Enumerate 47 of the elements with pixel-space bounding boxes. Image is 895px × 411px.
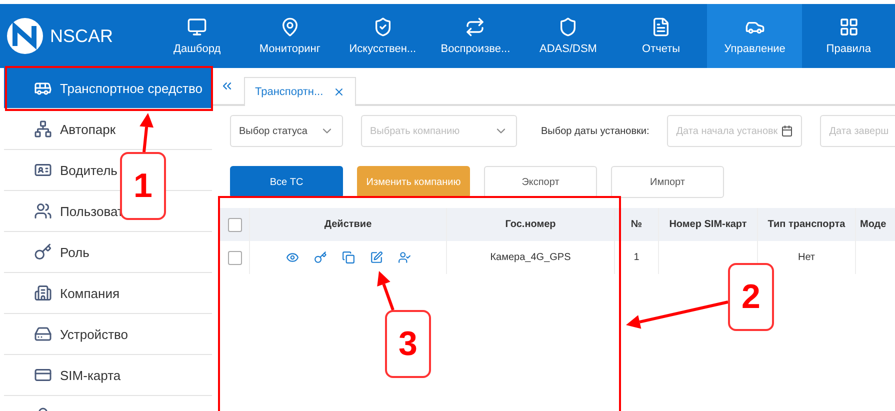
user-check-icon[interactable] xyxy=(398,251,410,264)
key-icon[interactable] xyxy=(314,251,326,264)
nav-tab[interactable]: Отчеты xyxy=(614,4,708,68)
checkbox[interactable] xyxy=(228,218,242,232)
id-card-icon xyxy=(34,161,52,179)
annotation-arrow xyxy=(377,271,394,310)
table-cell: Камера_4G_GPS xyxy=(447,241,615,274)
date-label: Выбор даты установки: xyxy=(541,126,650,136)
users-icon xyxy=(34,202,52,220)
sim-card-icon xyxy=(34,366,52,384)
monitor-icon xyxy=(187,17,208,37)
network-icon xyxy=(34,120,52,138)
action-button[interactable]: Все ТС xyxy=(230,166,343,198)
checkbox[interactable] xyxy=(228,250,242,264)
edit-icon[interactable] xyxy=(370,251,382,264)
calendar-icon xyxy=(781,125,794,137)
callout-number: 3 xyxy=(385,310,431,378)
shield-check-icon xyxy=(372,17,393,37)
nav-tab[interactable]: Воспроизве... xyxy=(429,4,522,68)
nav-tab[interactable]: Дашборд xyxy=(150,4,244,68)
shield-icon xyxy=(558,17,578,37)
status-select[interactable]: Выбор статуса xyxy=(230,115,343,147)
callout-number: 1 xyxy=(120,152,166,220)
close-icon[interactable] xyxy=(333,86,346,98)
callout-number: 2 xyxy=(728,263,774,331)
nav-tab[interactable]: Мониторинг xyxy=(243,4,336,68)
document-icon xyxy=(651,17,672,37)
nav-tab[interactable]: ADAS/DSM xyxy=(522,4,615,68)
table-cell: 1 xyxy=(615,241,659,274)
annotation-arrow xyxy=(140,113,154,152)
nav-tab[interactable]: Правила xyxy=(802,4,895,68)
building-icon xyxy=(34,284,52,302)
copy-icon[interactable] xyxy=(342,251,354,264)
eye-icon[interactable] xyxy=(286,251,298,264)
repeat-icon xyxy=(465,17,486,37)
device-icon xyxy=(34,325,52,343)
grid-icon xyxy=(838,17,859,37)
map-pin-icon xyxy=(280,17,300,37)
nav-tab[interactable]: Управление xyxy=(707,4,802,68)
action-button[interactable]: Экспорт xyxy=(484,166,597,198)
logo-icon xyxy=(6,17,44,55)
page-tab[interactable]: Транспортн... xyxy=(244,77,356,106)
logo-text: NSCAR xyxy=(50,26,114,46)
action-button[interactable]: Импорт xyxy=(611,166,724,198)
key-icon xyxy=(34,243,52,261)
nav-tab[interactable]: Искусствен... xyxy=(336,4,430,68)
sidebar-item[interactable]: Транспортное средство xyxy=(4,68,212,109)
